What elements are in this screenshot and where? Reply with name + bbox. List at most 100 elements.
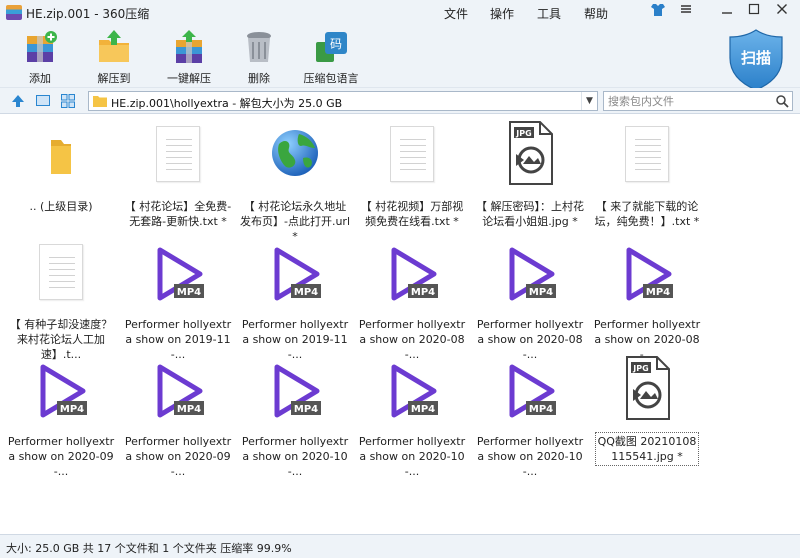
svg-text:JPG: JPG [515,129,531,138]
file-name: Performer hollyextra show on 2020-10-... [241,435,349,478]
mp4-video-icon: MP4 [157,364,204,418]
file-name: 【 村花论坛】全免费-无套路-更新快.txt * [124,200,232,228]
svg-text:MP4: MP4 [529,404,553,415]
file-thumbnail [376,118,448,190]
jpg-file-icon: JPG [509,121,553,185]
text-file-icon [390,126,434,182]
search-input[interactable] [604,92,772,110]
file-name: Performer hollyextra show on 2020-10-... [358,435,466,478]
address-bar[interactable]: HE.zip.001\hollyextra - 解包大小为 25.0 GB ▼ [88,91,598,111]
file-thumbnail: MP4 [611,236,683,308]
scan-label: 扫描 [740,49,771,67]
file-thumbnail: MP4 [494,236,566,308]
file-thumbnail [259,118,331,190]
file-thumbnail: MP4 [259,236,331,308]
close-icon[interactable] [772,3,792,21]
app-logo-icon [6,5,22,20]
archive-language-button[interactable]: 码 压缩包语言 [300,28,362,86]
one-click-extract-button[interactable]: 一键解压 [160,28,218,86]
extract-to-button[interactable]: 解压到 [88,28,140,86]
mp4-video-icon: MP4 [391,247,438,301]
status-text: 大小: 25.0 GB 共 17 个文件和 1 个文件夹 压缩率 99.9% [6,542,292,555]
status-bar: 大小: 25.0 GB 共 17 个文件和 1 个文件夹 压缩率 99.9% [0,534,800,558]
maximize-icon[interactable] [744,3,764,21]
file-name: Performer hollyextra show on 2020-10-... [476,435,584,478]
up-arrow-icon[interactable] [10,93,26,109]
file-name: Performer hollyextra show on 2020-09-... [124,435,232,478]
folder-icon [93,95,107,107]
file-thumbnail: MP4 [259,353,331,425]
file-thumbnail: JPG [494,118,566,190]
file-list: .. (上级目录) 【 村花论坛】全免费-无套路-更新快.txt * 【 村花论坛永… [0,115,800,534]
one-click-extract-icon [170,28,208,66]
file-name: QQ截图 20210108115541.jpg * [595,432,699,466]
large-icon-view-icon[interactable] [35,93,51,109]
search-box[interactable] [603,91,793,111]
mp4-video-icon: MP4 [626,247,673,301]
title-bar: HE.zip.001 - 360压缩 文件 操作 工具 帮助 [0,0,800,26]
svg-text:MP4: MP4 [646,287,670,298]
trash-icon [240,28,278,66]
mp4-video-icon: MP4 [274,247,321,301]
address-row: HE.zip.001\hollyextra - 解包大小为 25.0 GB ▼ [0,88,800,114]
file-name: .. (上级目录) [29,200,93,213]
file-thumbnail: MP4 [376,353,448,425]
file-name: 【 解压密码】：上村花论坛看小姐姐.jpg * [476,200,584,228]
file-thumbnail: MP4 [142,236,214,308]
archive-language-icon: 码 [312,28,350,66]
search-icon[interactable] [775,94,789,108]
svg-text:MP4: MP4 [529,287,553,298]
file-name: 【 来了就能下载的论坛，纯免费！】.txt * [594,200,700,228]
mp4-video-icon: MP4 [40,364,87,418]
file-thumbnail [25,236,97,308]
menu-file[interactable]: 文件 [444,5,468,22]
file-thumbnail [611,118,683,190]
add-button-label: 添加 [29,72,51,85]
file-thumbnail: MP4 [494,353,566,425]
folder-icon [51,140,71,174]
toolbar: 添加 解压到 一键解压 删除 码 压缩包语言 扫描 [0,26,800,91]
file-name: Performer hollyextra show on 2020-09-... [7,435,115,478]
menu-operate[interactable]: 操作 [490,5,514,22]
delete-button[interactable]: 删除 [237,28,281,86]
file-thumbnail: MP4 [25,353,97,425]
mp4-video-icon: MP4 [157,247,204,301]
add-archive-icon [21,28,59,66]
mp4-video-icon: MP4 [391,364,438,418]
file-thumbnail [142,118,214,190]
text-file-icon [625,126,669,182]
address-dropdown-icon[interactable]: ▼ [581,92,597,110]
svg-text:MP4: MP4 [294,287,318,298]
grid-view-icon[interactable] [60,93,76,109]
extract-to-icon [95,28,133,66]
one-click-extract-label: 一键解压 [167,72,211,85]
file-thumbnail: MP4 [142,353,214,425]
svg-text:JPG: JPG [632,364,648,373]
minimize-icon[interactable] [717,3,737,21]
svg-text:MP4: MP4 [411,404,435,415]
skin-icon[interactable] [648,3,668,21]
menu-tools[interactable]: 工具 [537,5,561,22]
file-thumbnail: MP4 [376,236,448,308]
svg-text:MP4: MP4 [177,287,201,298]
menu-help[interactable]: 帮助 [584,5,608,22]
svg-text:MP4: MP4 [177,404,201,415]
delete-label: 删除 [248,72,270,85]
address-path: HE.zip.001\hollyextra - 解包大小为 25.0 GB [111,97,343,110]
text-file-icon [39,244,83,300]
menu-dropdown-icon[interactable] [676,3,696,21]
mp4-video-icon: MP4 [509,247,556,301]
archive-language-label: 压缩包语言 [303,72,359,85]
file-name: 【 村花视频】万部视频免费在线看.txt * [360,200,464,228]
window-title: HE.zip.001 - 360压缩 [26,7,150,21]
globe-icon [272,130,318,176]
add-button[interactable]: 添加 [14,28,66,86]
file-thumbnail: JPG [611,353,683,425]
svg-text:码: 码 [330,37,342,51]
file-thumbnail [25,118,97,190]
svg-text:MP4: MP4 [411,287,435,298]
svg-text:MP4: MP4 [294,404,318,415]
text-file-icon [156,126,200,182]
mp4-video-icon: MP4 [274,364,321,418]
scan-button[interactable]: 扫描 [727,28,785,92]
